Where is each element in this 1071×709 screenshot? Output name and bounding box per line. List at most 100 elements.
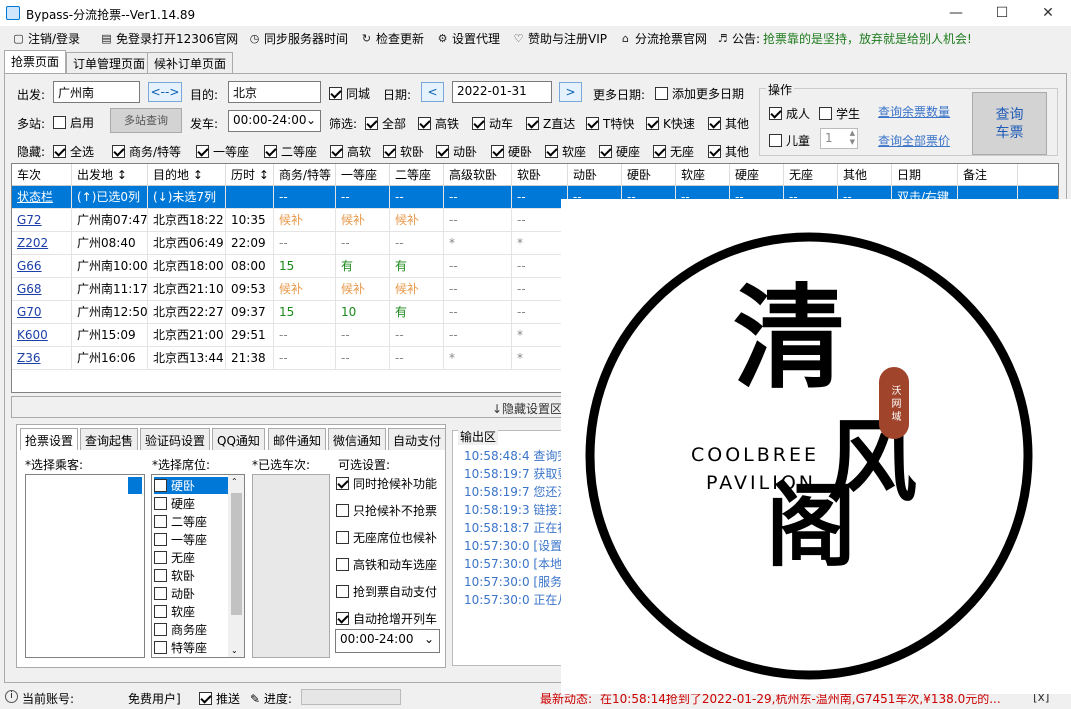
option-checkbox[interactable]: 自动抢增开列车 xyxy=(336,610,437,627)
table-cell[interactable]: G70 xyxy=(12,301,72,324)
query-price-link[interactable]: 查询全部票价 xyxy=(878,132,950,149)
child-checkbox[interactable]: 儿童 xyxy=(769,132,810,149)
maximize-button[interactable]: ☐ xyxy=(979,0,1025,26)
hide-ruanwo[interactable]: 软卧 xyxy=(383,143,424,160)
prev-date-button[interactable]: < xyxy=(421,82,444,102)
option-checkbox[interactable]: 无座席位也候补 xyxy=(336,529,437,546)
seat-option[interactable]: 二等座 xyxy=(154,513,226,530)
seat-option[interactable]: 动卧 xyxy=(154,585,226,602)
hide-yingzuo[interactable]: 硬座 xyxy=(599,143,640,160)
scroll-up-icon[interactable]: ⌃ xyxy=(231,477,238,486)
swap-button[interactable]: <--> xyxy=(148,82,182,102)
tab-waitlist[interactable]: 候补订单页面 xyxy=(147,52,234,73)
table-cell[interactable]: G68 xyxy=(12,278,72,301)
option-checkbox[interactable]: 只抢候补不抢票 xyxy=(336,502,437,519)
table-cell[interactable]: G72 xyxy=(12,209,72,232)
table-cell[interactable]: G66 xyxy=(12,255,72,278)
column-header[interactable]: 目的地 ↕ xyxy=(148,164,226,186)
seat-option[interactable]: 商务座 xyxy=(154,621,226,638)
seat-option[interactable]: 无座 xyxy=(154,549,226,566)
column-header[interactable]: 商务/特等 xyxy=(274,164,336,186)
column-header[interactable]: 其他 xyxy=(838,164,892,186)
menu-check-update[interactable]: ↻ 检查更新 xyxy=(360,30,424,46)
hide-all[interactable]: 全选 xyxy=(53,143,94,160)
depart-select[interactable]: 00:00-24:00 ⌄ xyxy=(228,110,321,132)
seat-scrollbar[interactable]: ⌃ ⌄ xyxy=(228,475,244,657)
passenger-scroll-thumb[interactable] xyxy=(128,477,142,494)
minimize-button[interactable]: — xyxy=(933,0,979,26)
filter-t[interactable]: T特快 xyxy=(586,115,634,132)
column-header[interactable]: 出发地 ↕ xyxy=(72,164,148,186)
to-input[interactable]: 北京 xyxy=(228,81,321,103)
child-count-stepper[interactable]: 1 ▲ ▼ xyxy=(820,128,858,149)
passenger-list[interactable] xyxy=(25,474,145,658)
moredate-checkbox[interactable]: 添加更多日期 xyxy=(655,85,744,102)
seat-option[interactable]: 特等座 xyxy=(154,639,226,656)
push-toggle[interactable]: 推送 xyxy=(199,690,240,707)
multi-query-button[interactable]: 多站查询 xyxy=(110,108,182,133)
btab-query-sale[interactable]: 查询起售 xyxy=(80,428,139,450)
seat-list[interactable]: 硬卧 硬座 二等座 一等座 无座 软卧 动卧 软座 商务座 特等座 ⌃ ⌄ xyxy=(151,474,245,658)
menu-login[interactable]: ▢ 注销/登录 xyxy=(12,30,80,46)
hide-first[interactable]: 一等座 xyxy=(196,143,249,160)
btab-qq[interactable]: QQ通知 xyxy=(212,428,265,450)
seat-option[interactable]: 硬座 xyxy=(154,495,226,512)
query-button[interactable]: 查询 车票 xyxy=(972,92,1047,155)
seat-option[interactable]: 一等座 xyxy=(154,531,226,548)
student-checkbox[interactable]: 学生 xyxy=(819,105,860,122)
column-header[interactable]: 软卧 xyxy=(512,164,568,186)
column-header[interactable]: 备注 xyxy=(958,164,1018,186)
btab-autopay[interactable]: 自动支付 xyxy=(388,428,447,450)
date-input[interactable]: 2022-01-31 xyxy=(452,81,552,103)
filter-other[interactable]: 其他 xyxy=(708,115,749,132)
table-cell[interactable]: Z36 xyxy=(12,347,72,370)
column-header[interactable]: 一等座 xyxy=(336,164,390,186)
selected-train-list[interactable] xyxy=(252,474,330,658)
table-cell[interactable]: Z202 xyxy=(12,232,72,255)
hide-other[interactable]: 其他 xyxy=(708,143,749,160)
multi-enable-checkbox[interactable]: 启用 xyxy=(53,114,94,131)
column-header[interactable]: 硬座 xyxy=(730,164,784,186)
query-remain-link[interactable]: 查询余票数量 xyxy=(878,103,950,120)
hide-wuzuo[interactable]: 无座 xyxy=(653,143,694,160)
column-header[interactable]: 硬卧 xyxy=(622,164,676,186)
btab-grab-settings[interactable]: 抢票设置 xyxy=(20,428,79,450)
hide-second[interactable]: 二等座 xyxy=(264,143,317,160)
hide-yingwo[interactable]: 硬卧 xyxy=(491,143,532,160)
adult-checkbox[interactable]: 成人 xyxy=(769,105,810,122)
column-header[interactable]: 日期 xyxy=(892,164,958,186)
filter-k[interactable]: K快速 xyxy=(646,115,695,132)
menu-open-12306[interactable]: ▤ 免登录打开12306官网 xyxy=(100,30,238,46)
column-header[interactable]: 软座 xyxy=(676,164,730,186)
option-checkbox[interactable]: 高铁和动车选座 xyxy=(336,556,437,573)
column-header[interactable]: 动卧 xyxy=(568,164,622,186)
table-cell[interactable]: K600 xyxy=(12,324,72,347)
scroll-thumb[interactable] xyxy=(231,493,242,615)
tab-grab[interactable]: 抢票页面 xyxy=(4,50,67,73)
filter-gaotie[interactable]: 高铁 xyxy=(418,115,459,132)
seat-option[interactable]: 硬卧 xyxy=(154,477,228,494)
time-range-select[interactable]: 00:00-24:00 ⌄ xyxy=(335,629,440,653)
column-header[interactable]: 二等座 xyxy=(390,164,444,186)
column-header[interactable]: 历时 ↕ xyxy=(226,164,274,186)
scroll-down-icon[interactable]: ⌄ xyxy=(231,646,238,655)
btab-mail[interactable]: 邮件通知 xyxy=(268,428,327,450)
option-checkbox[interactable]: 同时抢候补功能 xyxy=(336,475,437,492)
menu-sync-time[interactable]: ◷ 同步服务器时间 xyxy=(248,30,348,46)
samecity-checkbox[interactable]: 同城 xyxy=(329,85,370,102)
filter-dongche[interactable]: 动车 xyxy=(472,115,513,132)
btab-wechat[interactable]: 微信通知 xyxy=(328,428,387,450)
btab-captcha[interactable]: 验证码设置 xyxy=(140,428,211,450)
menu-proxy[interactable]: ⚙ 设置代理 xyxy=(436,30,500,46)
menu-sponsor[interactable]: ♡ 赞助与注册VIP xyxy=(512,30,607,46)
hide-dongwo[interactable]: 动卧 xyxy=(436,143,477,160)
tab-orders[interactable]: 订单管理页面 xyxy=(66,52,153,73)
seat-option[interactable]: 软卧 xyxy=(154,567,226,584)
seat-option[interactable]: 软座 xyxy=(154,603,226,620)
menu-official-site[interactable]: ⌂ 分流抢票官网 xyxy=(619,30,707,46)
next-date-button[interactable]: > xyxy=(559,82,582,102)
filter-z[interactable]: Z直达 xyxy=(526,115,575,132)
column-header[interactable]: 车次 xyxy=(12,164,72,186)
option-checkbox[interactable]: 抢到票自动支付 xyxy=(336,583,437,600)
close-button[interactable]: ✕ xyxy=(1025,0,1071,26)
